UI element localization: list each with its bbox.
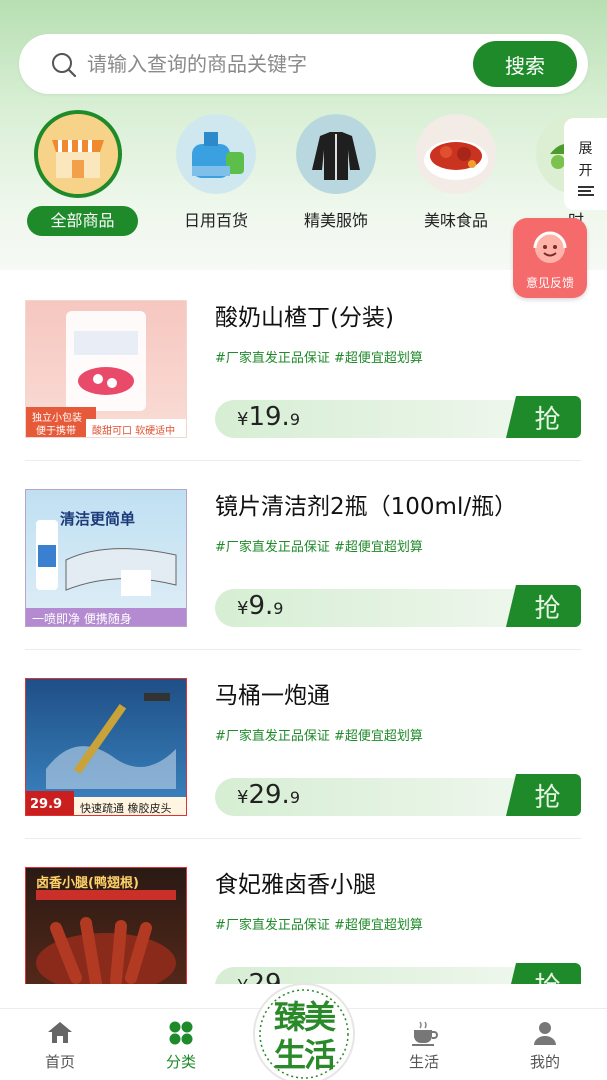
product-list: 独立小包装 便于携带 酸甜可口 软硬适中 酸奶山楂丁(分装) #厂家直发正品保证… <box>0 272 607 984</box>
product-price: ¥9.9 <box>237 591 284 621</box>
product-image: 29.9 快速疏通 橡胶皮头 <box>25 678 187 816</box>
image-caption: 酸甜可口 软硬适中 <box>92 426 176 437</box>
home-icon <box>48 1022 72 1043</box>
image-caption: 一喷即净 便携随身 <box>32 612 132 626</box>
category-daily-goods[interactable]: 日用百货 <box>156 112 276 242</box>
image-caption: 清洁更简单 <box>60 510 136 528</box>
tab-category[interactable]: 分类 <box>136 1017 226 1077</box>
image-caption: 卤香小腿(鸭翅根) <box>36 876 139 891</box>
product-tags: #厂家直发正品保证 #超便宜超划算 <box>215 729 423 744</box>
grab-button[interactable]: 抢 <box>506 774 581 816</box>
product-image: 独立小包装 便于携带 酸甜可口 软硬适中 <box>25 300 187 438</box>
grab-button[interactable]: 抢 <box>506 396 581 438</box>
image-caption: 便于携带 <box>36 426 76 437</box>
tab-label: 生活 <box>408 1053 439 1071</box>
product-image: 清洁更简单 一喷即净 便携随身 <box>25 489 187 627</box>
product-item[interactable]: 清洁更简单 一喷即净 便携随身 镜片清洁剂2瓶（100ml/瓶） #厂家直发正品… <box>0 461 607 650</box>
category-grid-icon <box>169 1021 193 1045</box>
product-item[interactable]: 独立小包装 便于携带 酸甜可口 软硬适中 酸奶山楂丁(分装) #厂家直发正品保证… <box>0 272 607 461</box>
product-tags: #厂家直发正品保证 #超便宜超划算 <box>215 540 423 555</box>
grab-button[interactable]: 抢 <box>506 585 581 627</box>
price-bar: ¥19.9 抢 <box>215 396 581 438</box>
category-label: 精美服饰 <box>303 211 368 230</box>
search-button[interactable]: 搜索 <box>473 41 577 87</box>
category-label: 日用百货 <box>183 211 248 230</box>
tab-label: 分类 <box>165 1053 196 1071</box>
price-bar: ¥29.9 抢 <box>215 774 581 816</box>
search-input[interactable] <box>87 46 467 82</box>
product-item[interactable]: 卤香小腿(鸭翅根) 食妃雅卤香小腿 #厂家直发正品保证 #超便宜超划算 ¥29 … <box>0 839 607 984</box>
search-bar: 搜索 <box>19 34 588 94</box>
category-all-products[interactable]: 全部商品 <box>18 110 138 242</box>
smiley-headset-icon <box>533 231 567 263</box>
product-item[interactable]: 29.9 快速疏通 橡胶皮头 马桶一炮通 #厂家直发正品保证 #超便宜超划算 ¥… <box>0 650 607 839</box>
product-tags: #厂家直发正品保证 #超便宜超划算 <box>215 351 423 366</box>
product-name: 食妃雅卤香小腿 <box>215 872 376 898</box>
user-icon <box>534 1022 556 1045</box>
crayfish-icon <box>416 114 496 194</box>
tab-label: 我的 <box>529 1053 560 1071</box>
expand-label-2: 开 <box>578 163 593 179</box>
expand-label-1: 展 <box>578 141 593 157</box>
category-label: 美味食品 <box>423 211 488 230</box>
tab-label: 首页 <box>44 1053 75 1071</box>
tab-mine[interactable]: 我的 <box>500 1017 590 1077</box>
product-tags: #厂家直发正品保证 #超便宜超划算 <box>215 918 423 933</box>
logo-text-line2: 生活 <box>273 1036 336 1074</box>
category-food[interactable]: 美味食品 <box>396 112 516 242</box>
product-price: ¥19.9 <box>237 402 300 432</box>
image-caption: 29.9 <box>30 797 63 812</box>
product-name: 马桶一炮通 <box>215 683 330 709</box>
search-icon <box>52 53 77 78</box>
image-caption: 快速疏通 橡胶皮头 <box>80 802 172 815</box>
zhenmei-life-logo-button[interactable]: 臻美 生活 <box>249 980 359 1080</box>
product-price: ¥29.9 <box>237 780 300 810</box>
tab-life[interactable]: 生活 <box>379 1017 469 1077</box>
coffee-cup-icon <box>412 1021 438 1046</box>
expand-categories-button[interactable]: 展 开 <box>564 118 607 210</box>
price-bar: ¥9.9 抢 <box>215 585 581 627</box>
product-name: 酸奶山楂丁(分装) <box>215 305 394 331</box>
water-bottle-icon <box>176 114 256 194</box>
grab-button[interactable]: 抢 <box>506 963 581 984</box>
tab-home[interactable]: 首页 <box>15 1017 105 1077</box>
menu-lines-icon <box>577 184 594 198</box>
product-name: 镜片清洁剂2瓶（100ml/瓶） <box>215 494 518 520</box>
category-fashion[interactable]: 精美服饰 <box>276 112 396 242</box>
storefront-icon <box>34 110 122 198</box>
jacket-icon <box>296 114 376 194</box>
product-image: 卤香小腿(鸭翅根) <box>25 867 187 984</box>
category-label: 全部商品 <box>27 206 138 236</box>
